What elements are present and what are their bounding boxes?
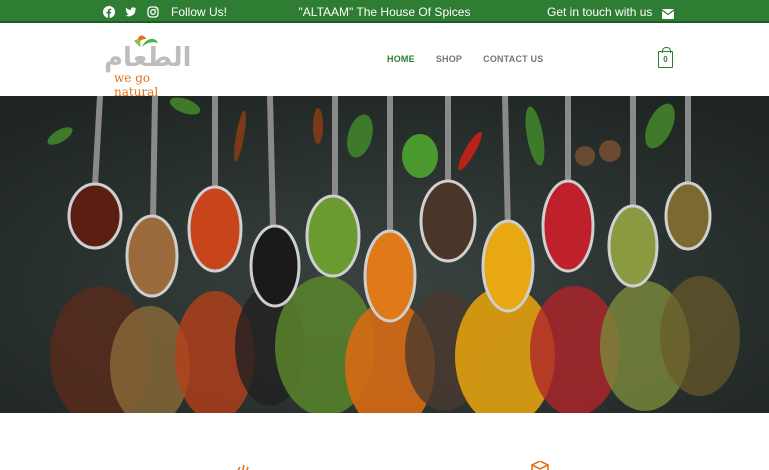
site-header: الطعام we go natural HOME SHOP CONTACT U…: [0, 23, 769, 99]
box-icon: [528, 459, 552, 470]
nav-shop[interactable]: SHOP: [436, 54, 462, 64]
main-nav: HOME SHOP CONTACT US: [387, 54, 543, 64]
get-in-touch-label: Get in touch with us: [547, 5, 653, 19]
envelope-icon[interactable]: [661, 6, 675, 19]
nav-home[interactable]: HOME: [387, 54, 415, 64]
top-bar: Follow Us! "ALTAAM" The House Of Spices …: [0, 0, 769, 23]
nav-contact-us[interactable]: CONTACT US: [483, 54, 543, 64]
cart-count: 0: [663, 55, 668, 64]
leaf-icon: [232, 461, 256, 470]
features-section: [0, 413, 769, 470]
site-logo[interactable]: الطعام we go natural: [104, 33, 196, 99]
page: Follow Us! "ALTAAM" The House Of Spices …: [0, 0, 769, 470]
logo-tagline: we go natural: [114, 71, 159, 99]
cart-button[interactable]: 0: [658, 47, 673, 68]
site-tagline: "ALTAAM" The House Of Spices: [298, 5, 471, 19]
hero-banner-image: [0, 96, 769, 413]
logo-arabic-text: الطعام: [104, 43, 192, 73]
